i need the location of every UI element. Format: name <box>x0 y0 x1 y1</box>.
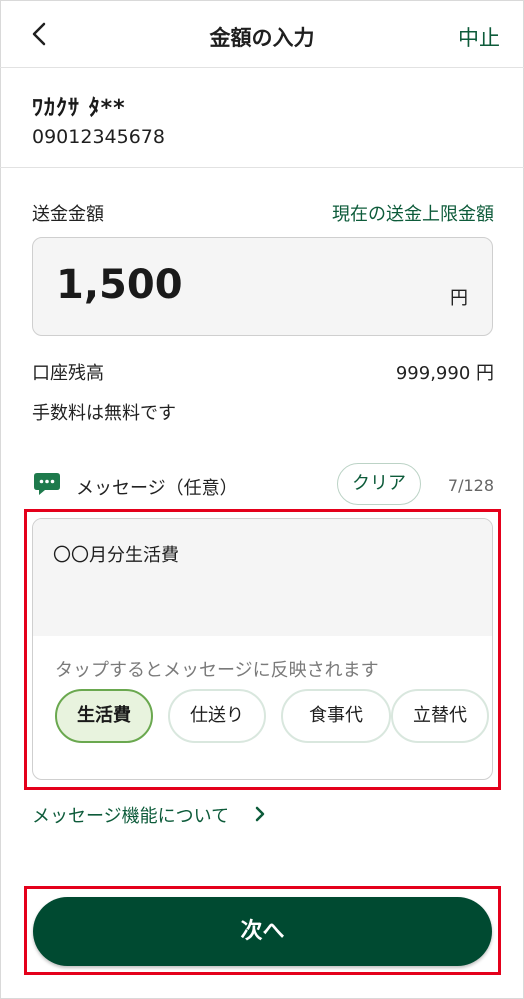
chip-living-expenses[interactable]: 生活費 <box>55 689 153 743</box>
recipient-phone: 09012345678 <box>32 126 165 148</box>
cancel-button[interactable]: 中止 <box>458 22 500 52</box>
next-button[interactable]: 次へ <box>33 897 492 966</box>
page-title: 金額の入力 <box>209 26 315 50</box>
chip-reimbursement[interactable]: 立替代 <box>391 689 489 743</box>
message-box: 〇〇月分生活費 タップするとメッセージに反映されます 生活費 仕送り 食事代 立… <box>32 518 493 780</box>
recipient-name: ﾜｶｸｻ ﾀ** <box>32 96 126 121</box>
transfer-limit-link[interactable]: 現在の送金上限金額 <box>332 200 494 226</box>
amount-value: 1,500 <box>56 262 183 308</box>
fee-text: 手数料は無料です <box>32 403 176 424</box>
message-input[interactable]: 〇〇月分生活費 <box>33 519 492 636</box>
amount-label: 送金金額 <box>32 204 104 225</box>
header: 金額の入力 中止 <box>0 0 524 68</box>
message-char-count: 7/128 <box>447 476 494 495</box>
amount-input[interactable]: 1,500 円 <box>32 237 493 336</box>
clear-button[interactable]: クリア <box>337 463 421 505</box>
balance-label: 口座残高 <box>32 363 104 384</box>
recipient-section: ﾜｶｸｻ ﾀ** 09012345678 <box>0 68 524 168</box>
message-feature-link[interactable]: メッセージ機能について <box>32 802 229 828</box>
chip-allowance[interactable]: 仕送り <box>168 689 266 743</box>
chat-bubble-icon <box>33 472 61 496</box>
message-text: 〇〇月分生活費 <box>53 545 179 566</box>
chip-meal-expenses[interactable]: 食事代 <box>281 689 391 743</box>
message-label: メッセージ（任意） <box>76 478 238 499</box>
balance-value: 999,990 円 <box>395 363 494 384</box>
amount-unit: 円 <box>450 288 468 309</box>
chevron-right-icon[interactable] <box>254 806 266 822</box>
message-hint: タップするとメッセージに反映されます <box>55 660 379 681</box>
